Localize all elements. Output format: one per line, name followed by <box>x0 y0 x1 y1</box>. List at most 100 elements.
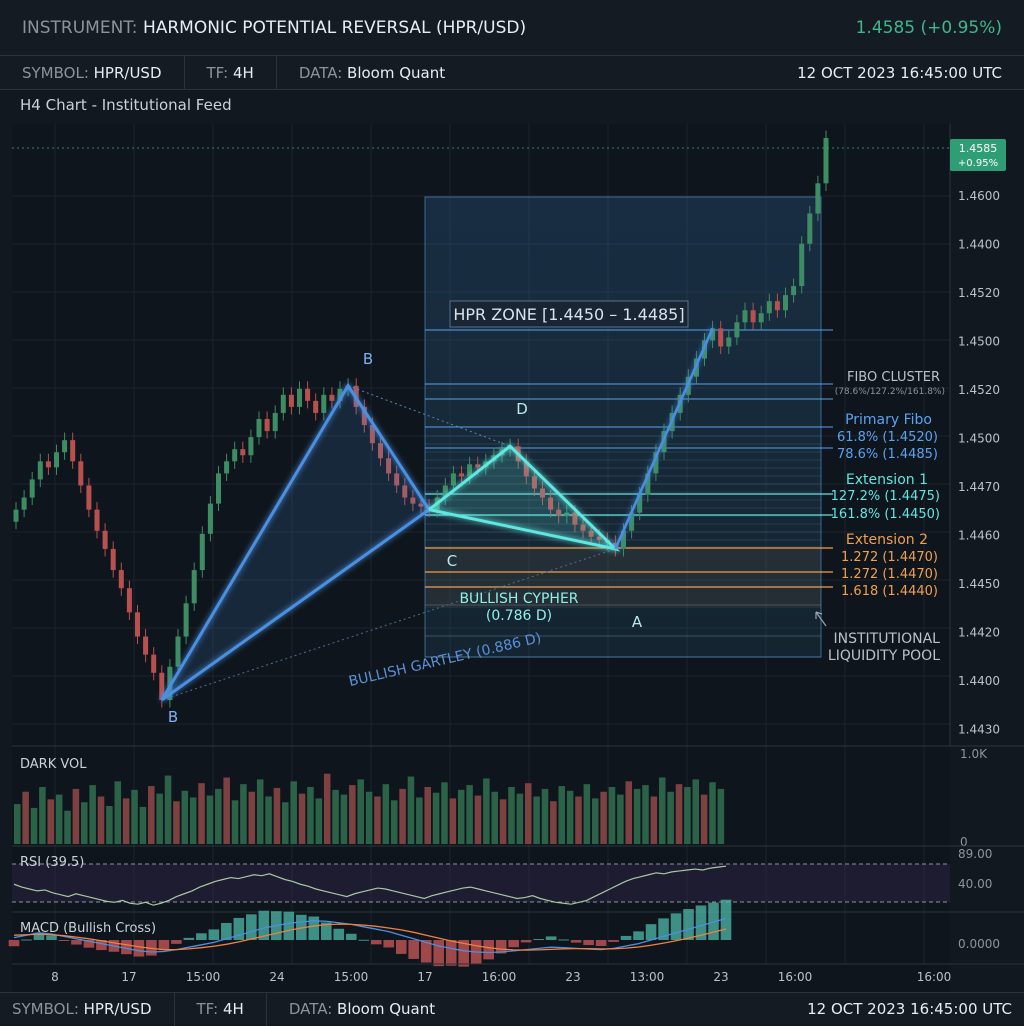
volume-bar <box>457 789 465 844</box>
candle-body <box>94 509 100 531</box>
time-tick-label: 17 <box>417 970 432 984</box>
price-tick-label: 1.4500 <box>958 335 1000 349</box>
time-tick-label: 16:00 <box>778 970 813 984</box>
macd-hist-bar <box>333 928 345 940</box>
volume-bar <box>583 784 591 844</box>
macd-hist-bar <box>246 914 257 940</box>
macd-hist-bar <box>545 936 557 940</box>
time-tick-label: 17 <box>121 970 136 984</box>
footer-timestamp: 12 OCT 2023 16:45:00 UTC <box>807 999 1012 1018</box>
time-tick-label: 16:00 <box>917 970 952 984</box>
volume-bar <box>323 773 331 844</box>
volume-bar <box>399 788 406 844</box>
volume-bar <box>483 778 490 844</box>
rsi-lower-label: 40.00 <box>958 877 992 891</box>
candle-body <box>29 479 35 498</box>
volume-bar <box>566 790 574 844</box>
candle-body <box>134 612 141 637</box>
macd-label: MACD (Bullish Cross) <box>20 921 156 936</box>
candle-body <box>248 437 254 456</box>
macd-hist-bar <box>558 939 569 941</box>
footer-bar: SYMBOL: HPR/USD TF: 4H DATA: Bloom Quant… <box>0 991 1024 1026</box>
candle-body <box>110 548 116 571</box>
volume-bar <box>256 779 264 844</box>
volume-bar <box>97 796 105 844</box>
macd-hist-bar <box>171 940 182 944</box>
candle-body <box>288 394 294 407</box>
footer-data-key: DATA: <box>288 999 333 1018</box>
time-tick-label: 23 <box>713 970 728 984</box>
price-tick-label: 1.4430 <box>958 723 1000 737</box>
footer-symbol-value: HPR/USD <box>83 999 152 1018</box>
macd-hist-bar <box>183 937 195 940</box>
volume-bar <box>265 796 272 844</box>
macd-zero-label: 0.0000 <box>958 937 1000 951</box>
candle-body <box>45 461 51 468</box>
time-tick-label: 15:00 <box>334 970 369 984</box>
candle-body <box>807 213 813 244</box>
volume-bar <box>81 802 88 844</box>
volume-bar <box>290 781 297 844</box>
price-tick-label: 1.4600 <box>958 189 1000 203</box>
volume-bar <box>340 794 348 844</box>
extension-2-level-1: 1.272 (1.4470) <box>841 550 938 565</box>
volume-bar <box>608 787 616 844</box>
cypher-label-2: (0.786 D) <box>486 608 552 624</box>
volume-bar <box>700 794 708 844</box>
volume-bar <box>181 790 189 844</box>
macd-hist-bar <box>683 909 694 940</box>
timestamp: 12 OCT 2023 16:45:00 UTC <box>797 63 1002 82</box>
candle-body <box>475 464 481 468</box>
fibo-cluster-label: FIBO CLUSTER <box>847 370 940 385</box>
macd-hist-bar <box>283 911 295 940</box>
volume-bar <box>717 788 725 844</box>
extension-1-level-2: 161.8% (1.4450) <box>831 507 940 522</box>
volume-bar <box>617 794 624 844</box>
macd-hist-bar <box>46 935 57 940</box>
price-tick-label: 1.4450 <box>958 577 1000 591</box>
extension-1-label: Extension 1 <box>846 472 928 488</box>
volume-bar <box>692 779 700 844</box>
candle-body <box>256 419 262 438</box>
candle-body <box>232 449 238 462</box>
volume-bar <box>231 800 239 844</box>
candle-body <box>313 400 319 413</box>
candle-body <box>774 301 780 311</box>
rsi-band <box>12 864 950 902</box>
volume-bar <box>466 785 473 844</box>
cypher-label-1: BULLISH CYPHER <box>459 591 578 607</box>
time-tick-label: 15:00 <box>186 970 221 984</box>
price-tick-label: 1.4520 <box>958 286 1000 300</box>
volume-bar <box>650 796 658 844</box>
volume-bar <box>72 788 80 844</box>
macd-hist-bar <box>483 940 494 960</box>
volume-bar <box>64 810 71 844</box>
divider <box>183 55 185 90</box>
macd-hist-bar <box>508 940 519 948</box>
candle-body <box>126 588 132 613</box>
macd-hist-bar <box>308 916 320 940</box>
volume-bar <box>524 783 532 844</box>
macd-hist-bar <box>595 940 607 946</box>
time-tick-label: 23 <box>565 970 580 984</box>
volume-bar <box>474 795 482 844</box>
candle-body <box>191 570 197 604</box>
volume-bar <box>357 779 364 844</box>
volume-bar <box>30 807 38 844</box>
candle-body <box>240 449 246 456</box>
candle-body <box>143 636 149 655</box>
volume-bar <box>390 800 398 844</box>
time-tick-label: 8 <box>51 970 59 984</box>
candle-body <box>734 322 740 338</box>
time-tick-label: 24 <box>269 970 284 984</box>
instrument-key: INSTRUMENT: <box>22 17 138 38</box>
candle-body <box>175 636 181 667</box>
price-tick-label: 1.4420 <box>958 626 1000 640</box>
macd-hist-bar <box>370 940 382 945</box>
volume-bar <box>633 788 641 844</box>
volume-bar <box>550 801 557 844</box>
volume-bar <box>223 777 230 844</box>
macd-hist-bar <box>208 929 220 940</box>
price-tick-label: 1.4470 <box>958 480 1000 494</box>
volume-bar <box>533 796 540 844</box>
